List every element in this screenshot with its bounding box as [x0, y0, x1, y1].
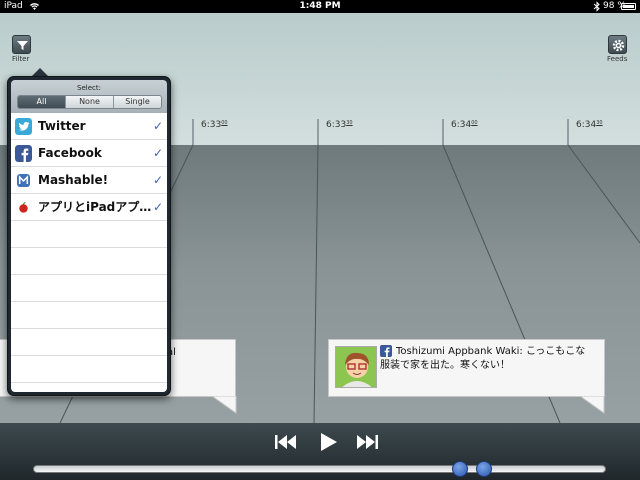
twitter-icon: [15, 118, 32, 135]
mashable-icon: [17, 174, 30, 187]
checkmark-icon: ✓: [153, 200, 164, 214]
checkmark-icon: ✓: [153, 119, 164, 133]
feed-label: アプリとiPadアプ…: [38, 200, 152, 214]
facebook-icon: [380, 345, 392, 357]
avatar-image: [336, 347, 376, 387]
facebook-icon: [15, 145, 32, 162]
empty-row: [11, 329, 167, 356]
funnel-icon: [17, 41, 28, 50]
popover-header: Select: All None Single: [11, 80, 167, 113]
feed-row-twitter[interactable]: Twitter ✓: [11, 113, 167, 140]
feed-row-mashable[interactable]: Mashable! ✓: [11, 167, 167, 194]
filter-popover: Select: All None Single Twitter ✓ Facebo…: [7, 76, 171, 396]
feed-row-facebook[interactable]: Facebook ✓: [11, 140, 167, 167]
checkmark-icon: ✓: [153, 173, 164, 187]
post-text: Toshizumi Appbank Waki: こっこもこな: [396, 345, 585, 359]
checkmark-icon: ✓: [153, 146, 164, 160]
bluetooth-icon: [593, 1, 600, 12]
post-bubble-left-tail: [212, 396, 237, 414]
post-bubble-right[interactable]: Toshizumi Appbank Waki: こっこもこな 服装で家を出た。寒…: [328, 339, 605, 397]
segment-none[interactable]: None: [65, 96, 113, 108]
feed-label: Mashable!: [38, 173, 109, 187]
empty-row: [11, 356, 167, 383]
time-tick-2: 6:3330: [326, 120, 353, 130]
empty-row: [11, 302, 167, 329]
feed-label: Facebook: [38, 146, 102, 160]
empty-row: [11, 221, 167, 248]
feed-label: Twitter: [38, 119, 86, 133]
empty-row: [11, 275, 167, 302]
popover-title: Select:: [77, 84, 101, 92]
rewind-button[interactable]: [272, 430, 300, 454]
status-bar: iPad 1:48 PM 98 %: [0, 0, 640, 13]
time-tick-3: 6:3400: [451, 120, 478, 130]
play-button[interactable]: [314, 430, 342, 454]
segment-single[interactable]: Single: [113, 96, 161, 108]
range-end-handle[interactable]: [475, 461, 492, 477]
timeline-scrubber-track[interactable]: [33, 465, 606, 473]
post-text-line1: こっこもこな: [525, 346, 586, 357]
feed-list: Twitter ✓ Facebook ✓ Mashable! ✓ アプリとiPa…: [11, 113, 167, 392]
feeds-button[interactable]: [608, 35, 627, 54]
selection-segmented-control[interactable]: All None Single: [17, 95, 162, 109]
playback-bar: [0, 423, 640, 480]
gear-icon: [612, 39, 625, 52]
range-start-handle[interactable]: [452, 461, 469, 477]
time-tick-4: 6:3430: [576, 120, 603, 130]
fast-forward-button[interactable]: [353, 430, 381, 454]
time-tick-1: 6:3300: [201, 120, 228, 130]
post-author: Toshizumi Appbank Waki:: [396, 346, 523, 357]
feed-row-appbank[interactable]: アプリとiPadアプ… ✓: [11, 194, 167, 221]
empty-row: [11, 248, 167, 275]
post-text-line2: 服装で家を出た。寒くない！: [380, 360, 510, 371]
filter-label: Filter: [12, 55, 30, 63]
filter-button[interactable]: [12, 35, 31, 54]
post-bubble-right-tail: [580, 396, 605, 414]
clock: 1:48 PM: [299, 1, 341, 11]
feeds-label: Feeds: [607, 55, 628, 63]
timeline-scene[interactable]: 6:3300 6:3330 6:3400 6:3430 Filter Feeds…: [0, 13, 640, 423]
segment-all[interactable]: All: [18, 96, 65, 108]
battery-icon: [621, 3, 636, 10]
avatar: [335, 346, 377, 388]
apple-icon: [19, 202, 28, 213]
